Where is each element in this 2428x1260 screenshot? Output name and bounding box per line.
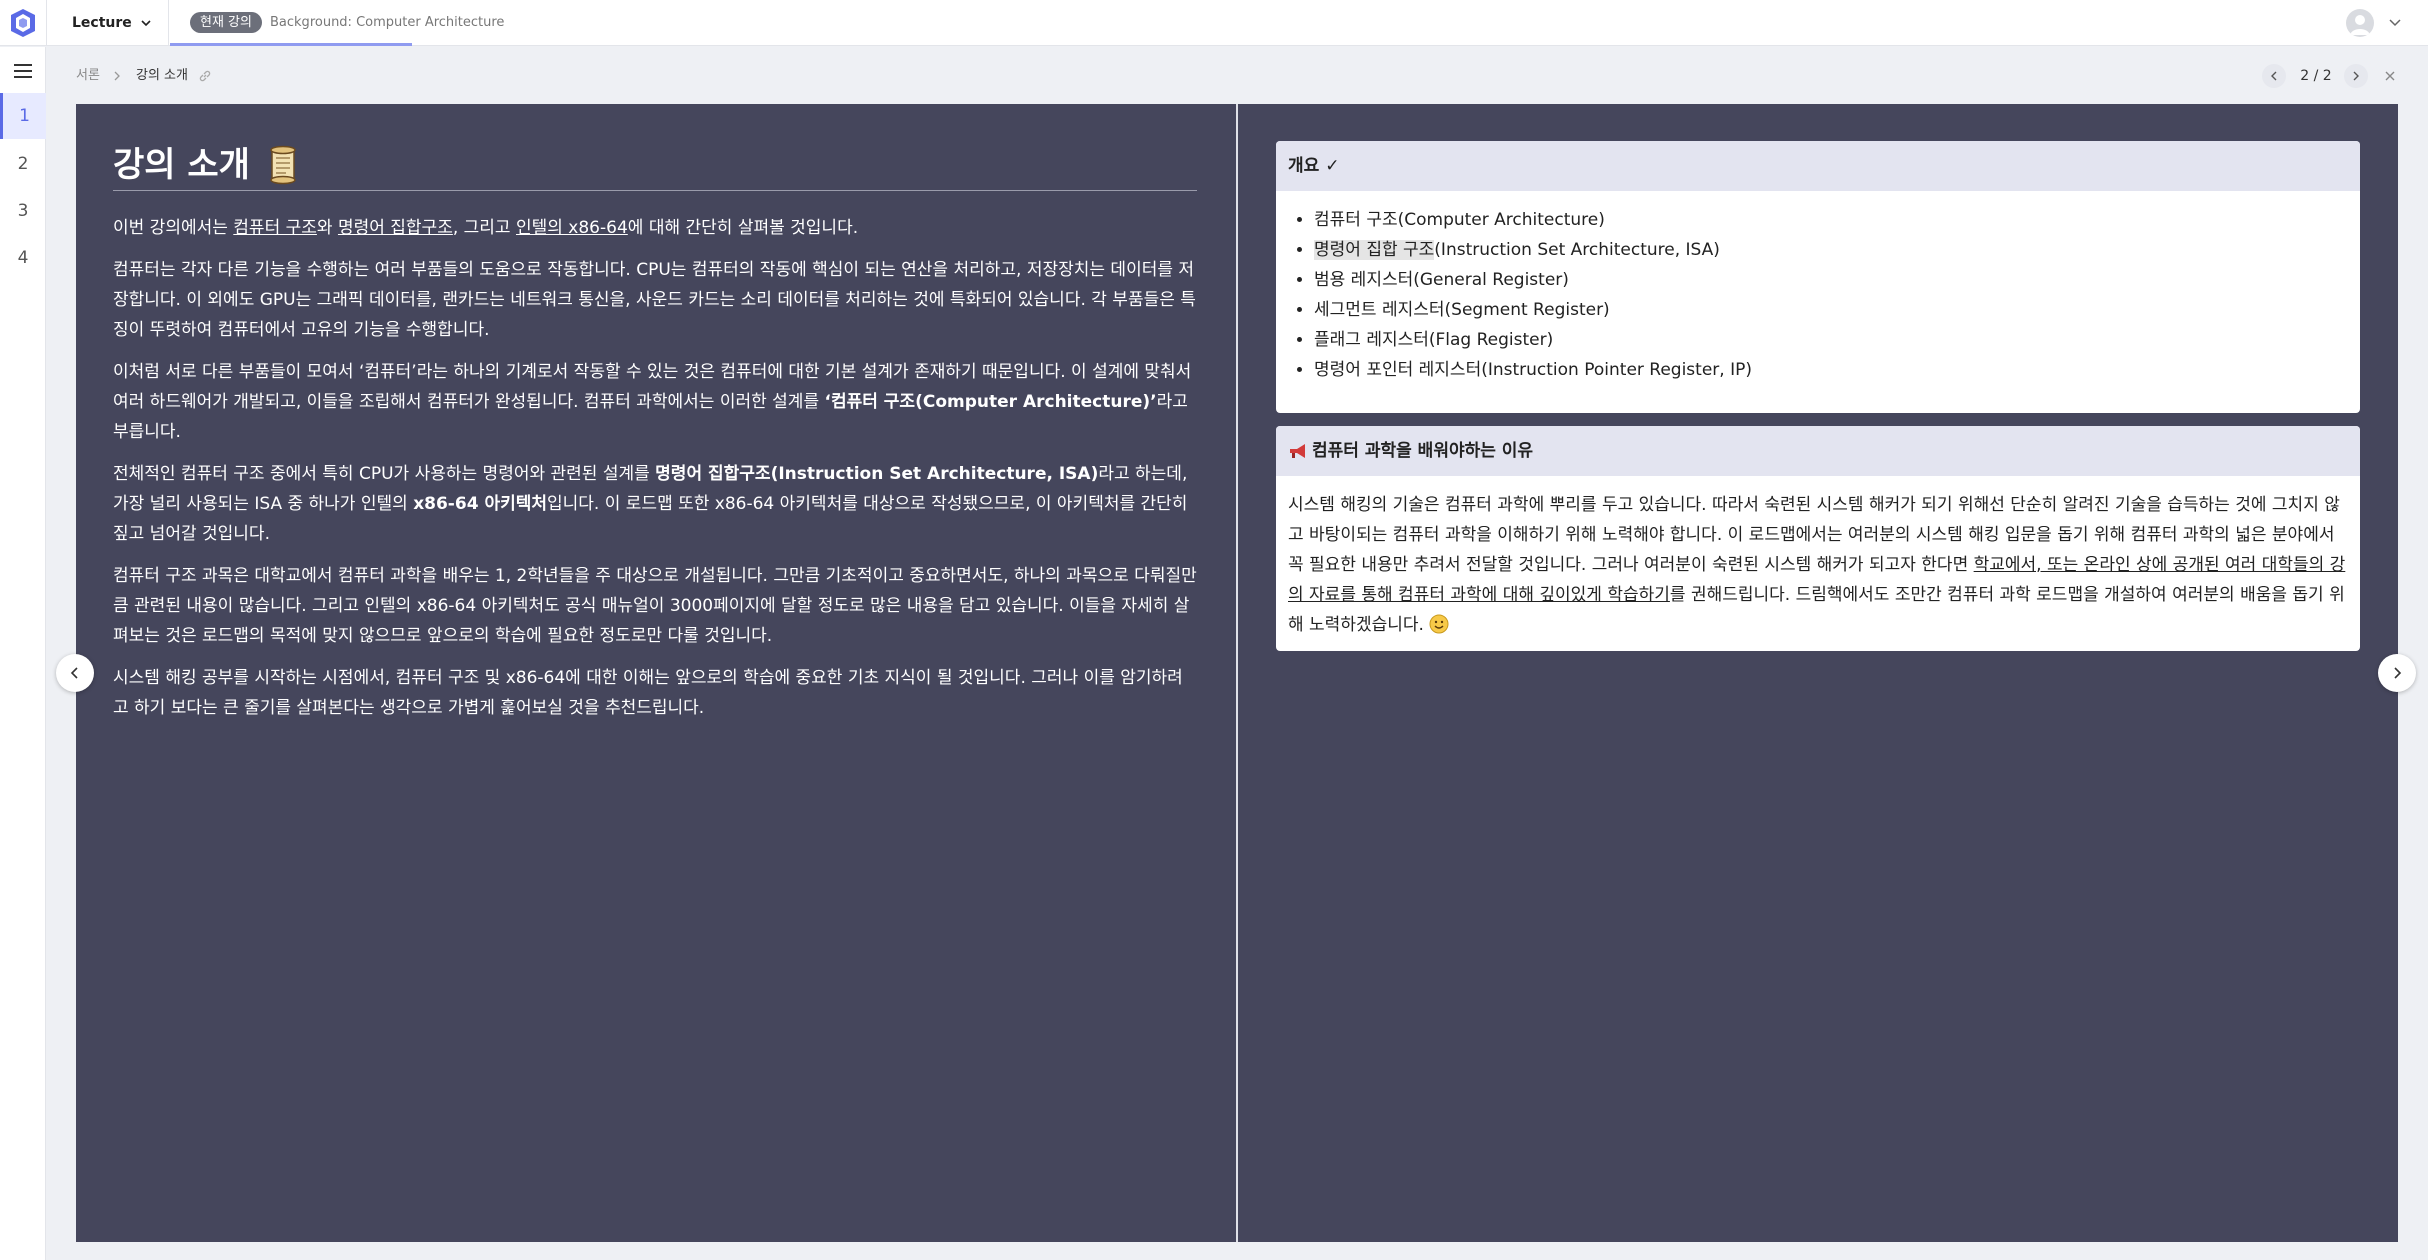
avatar[interactable] — [2346, 9, 2374, 37]
header-divider — [168, 0, 169, 46]
lecture-dropdown-label: Lecture — [72, 15, 132, 31]
chevron-right-icon — [2353, 71, 2359, 81]
list-item: 범용 레지스터(General Register) — [1314, 265, 2348, 295]
list-item: 명령어 포인터 레지스터(Instruction Pointer Registe… — [1314, 355, 2348, 385]
components-paragraph: 컴퓨터는 각자 다른 기능을 수행하는 여러 부품들의 도움으로 작동합니다. … — [113, 260, 1196, 340]
dreamhack-logo-icon[interactable] — [8, 6, 38, 40]
computer-architecture-term: 컴퓨터 구조 — [233, 218, 317, 238]
overview-list: 컴퓨터 구조(Computer Architecture) 명령어 집합 구조(… — [1288, 205, 2348, 385]
breadcrumb-parent[interactable]: 서론 — [76, 66, 100, 86]
recommendation-paragraph: 시스템 해킹 공부를 시작하는 시점에서, 컴퓨터 구조 및 x86-64에 대… — [113, 668, 1183, 718]
header-divider — [46, 0, 47, 46]
breadcrumb-current: 강의 소개 — [136, 68, 188, 83]
page-indicator: 2 / 2 — [2300, 68, 2332, 84]
overview-card-title: 개요 ✓ — [1276, 141, 2360, 191]
slide-title: 강의 소개 — [113, 140, 1197, 190]
top-header: Lecture 현재 강의 Background: Computer Archi… — [0, 0, 2428, 46]
why-cs-card-title-text: 컴퓨터 과학을 배워야하는 이유 — [1312, 441, 1534, 461]
slide-left-column: 강의 소개 이번 강의에서는 컴퓨터 구조와 명령어 집합구조, 그리고 인텔의… — [113, 140, 1197, 735]
menu-icon[interactable] — [11, 59, 35, 83]
chevron-right-icon — [2394, 667, 2402, 679]
sidebar: 1 2 3 4 — [0, 47, 46, 1260]
architecture-paragraph: 이처럼 서로 다른 부품들이 모여서 ‘컴퓨터’라는 하나의 기계로서 작동할 … — [113, 362, 1192, 442]
sidebar-item-4[interactable]: 4 — [0, 235, 46, 281]
list-item: 플래그 레지스터(Flag Register) — [1314, 325, 2348, 355]
current-lecture-title: Background: Computer Architecture — [270, 15, 505, 30]
smile-emoji-icon — [1429, 614, 1449, 634]
prev-slide-button[interactable] — [56, 654, 94, 692]
why-cs-card: 컴퓨터 과학을 배워야하는 이유 시스템 해킹의 기술은 컴퓨터 과학에 뿌리를… — [1276, 426, 2360, 651]
lecture-progress-bar — [170, 43, 412, 46]
sidebar-item-1[interactable]: 1 — [0, 93, 46, 139]
chevron-down-icon[interactable] — [2388, 15, 2402, 29]
chevron-down-icon — [141, 20, 151, 27]
megaphone-icon — [1290, 444, 1305, 458]
next-slide-button[interactable] — [2378, 654, 2416, 692]
close-icon[interactable] — [2382, 68, 2398, 84]
list-item: 컴퓨터 구조(Computer Architecture) — [1314, 205, 2348, 235]
scroll-icon — [270, 145, 296, 185]
lecture-dropdown[interactable]: Lecture — [72, 12, 152, 34]
slide-title-text: 강의 소개 — [113, 145, 250, 185]
title-underline — [113, 190, 1197, 191]
chevron-left-icon — [70, 667, 78, 679]
why-cs-card-body: 시스템 해킹의 기술은 컴퓨터 과학에 뿌리를 두고 있습니다. 따라서 숙련된… — [1288, 495, 2346, 635]
overview-card: 개요 ✓ 컴퓨터 구조(Computer Architecture) 명령어 집… — [1276, 141, 2360, 413]
user-icon — [2350, 15, 2370, 35]
chevron-right-icon — [114, 71, 120, 81]
isa-paragraph: 전체적인 컴퓨터 구조 중에서 특히 CPU가 사용하는 명령어와 관련된 설계… — [113, 464, 1188, 544]
course-paragraph: 컴퓨터 구조 과목은 대학교에서 컴퓨터 과학을 배우는 1, 2학년들을 주 … — [113, 566, 1197, 646]
link-icon[interactable] — [198, 69, 212, 83]
list-item: 세그먼트 레지스터(Segment Register) — [1314, 295, 2348, 325]
chevron-left-icon — [2271, 71, 2277, 81]
why-cs-card-title: 컴퓨터 과학을 배워야하는 이유 — [1276, 426, 2360, 476]
next-page-button[interactable] — [2344, 64, 2368, 88]
x86-64-term: 인텔의 x86-64 — [515, 218, 628, 238]
prev-page-button[interactable] — [2262, 64, 2286, 88]
slide-column-divider — [1236, 104, 1238, 1242]
sidebar-item-2[interactable]: 2 — [0, 141, 46, 187]
overview-card-body: 컴퓨터 구조(Computer Architecture) 명령어 집합 구조(… — [1276, 191, 2360, 397]
current-lecture-badge: 현재 강의 — [190, 12, 262, 33]
intro-paragraph: 이번 강의에서는 컴퓨터 구조와 명령어 집합구조, 그리고 인텔의 x86-6… — [113, 218, 859, 238]
sidebar-item-3[interactable]: 3 — [0, 188, 46, 234]
list-item: 명령어 집합 구조(Instruction Set Architecture, … — [1314, 235, 2348, 265]
isa-term: 명령어 집합구조 — [337, 218, 453, 238]
